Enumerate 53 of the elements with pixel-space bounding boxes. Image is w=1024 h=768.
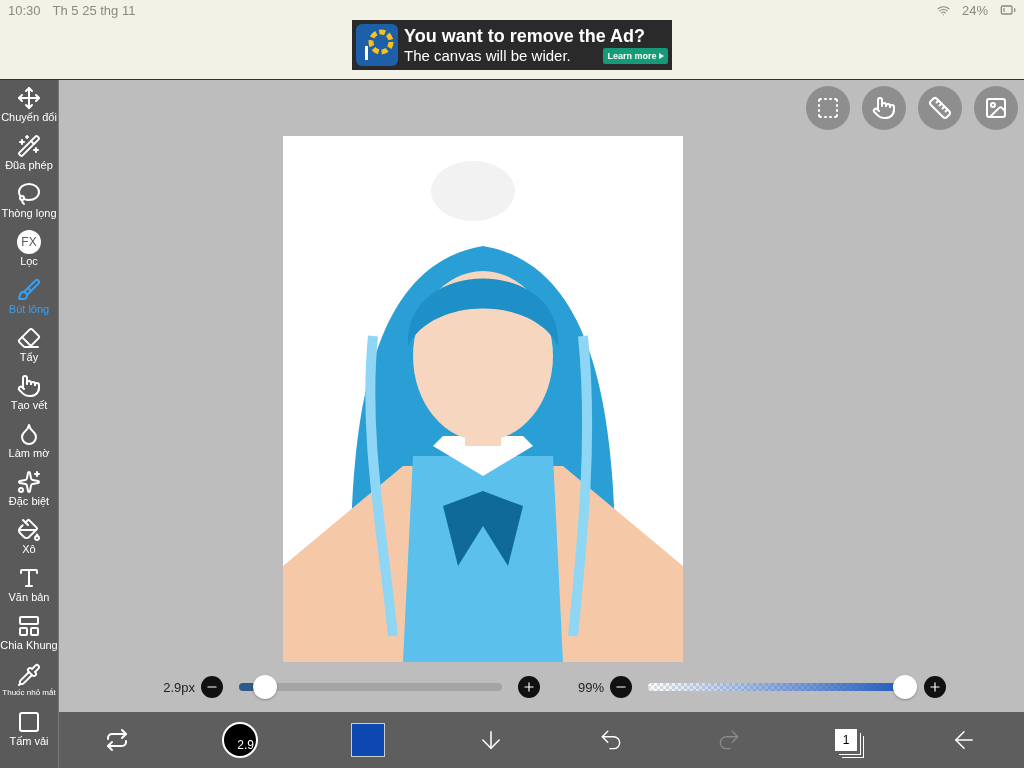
dashed-square-icon bbox=[816, 96, 840, 120]
brush-size-button[interactable]: 2.9 bbox=[221, 722, 258, 758]
opacity-reading: 99% bbox=[576, 679, 604, 695]
tool-button[interactable]: FX Lọc bbox=[0, 224, 58, 272]
slider-thumb[interactable] bbox=[253, 675, 278, 699]
selection-button[interactable] bbox=[806, 86, 850, 130]
tool-button[interactable]: Chuyển đổi bbox=[0, 80, 58, 128]
tool-button[interactable]: Làm mờ bbox=[0, 416, 58, 464]
tool-button[interactable]: Thuốc nhỏ mắt bbox=[0, 656, 58, 704]
wifi-icon bbox=[936, 3, 950, 17]
tool-button[interactable]: Chia Khung bbox=[0, 608, 58, 656]
move-icon bbox=[17, 85, 41, 110]
status-date: Th 5 25 thg 11 bbox=[52, 2, 136, 18]
learn-more-button[interactable]: Learn more bbox=[603, 47, 668, 64]
tool-button[interactable]: Văn bản bbox=[0, 560, 58, 608]
tool-button[interactable]: Đũa phép bbox=[0, 128, 58, 176]
ad-banner[interactable]: You want to remove the Ad? The canvas will be wider. Learn more bbox=[352, 20, 672, 70]
decrease-button[interactable] bbox=[201, 676, 223, 698]
battery-icon bbox=[1000, 2, 1016, 18]
wand-icon bbox=[17, 133, 41, 158]
ruler-button[interactable] bbox=[918, 86, 962, 130]
swap-tool-button[interactable] bbox=[105, 728, 130, 752]
ruler-icon bbox=[928, 96, 952, 120]
status-time: 10:30 bbox=[8, 2, 41, 18]
bucket-icon bbox=[17, 517, 41, 542]
increase-button[interactable] bbox=[518, 676, 540, 698]
color-swatch[interactable] bbox=[350, 723, 385, 757]
tool-button[interactable]: Thòng lọng bbox=[0, 176, 58, 224]
image-button[interactable] bbox=[974, 86, 1018, 130]
caret-icon bbox=[659, 52, 664, 59]
decrease-button[interactable] bbox=[610, 676, 632, 698]
plus-icon bbox=[928, 680, 942, 694]
battery-percent: 24% bbox=[961, 2, 988, 18]
ad-headline: You want to remove the Ad? bbox=[404, 26, 646, 47]
touch-button[interactable] bbox=[862, 86, 906, 130]
dropper-icon bbox=[17, 663, 41, 687]
slider-thumb[interactable] bbox=[893, 675, 918, 699]
ad-subline: The canvas will be wider. bbox=[404, 47, 571, 64]
tool-button[interactable]: Tạo vết bbox=[0, 368, 58, 416]
hand-icon bbox=[872, 96, 896, 120]
brush-icon bbox=[17, 277, 41, 302]
tool-button[interactable]: Đặc biệt bbox=[0, 464, 58, 512]
eraser-icon bbox=[17, 325, 41, 350]
tool-button[interactable]: Tẩy bbox=[0, 320, 58, 368]
image-icon bbox=[984, 96, 1008, 120]
plus-icon bbox=[522, 680, 536, 694]
increase-button[interactable] bbox=[924, 676, 946, 698]
tool-button[interactable]: Tấm vải bbox=[0, 704, 58, 752]
app-logo-icon bbox=[356, 24, 398, 66]
tool-button[interactable]: Xô bbox=[0, 512, 58, 560]
brush-size-reading: 2.9px bbox=[162, 679, 195, 695]
fx-icon: FX bbox=[17, 229, 41, 254]
lasso-icon bbox=[17, 181, 41, 206]
